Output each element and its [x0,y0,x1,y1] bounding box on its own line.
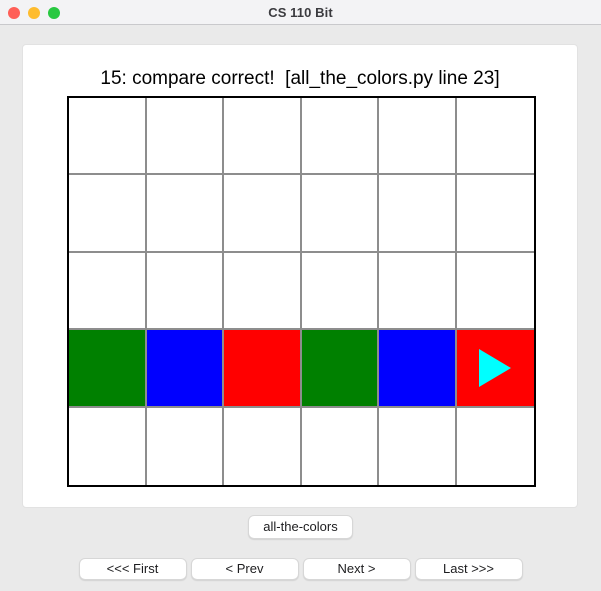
app-window: CS 110 Bit 15: compare correct! [all_the… [0,0,601,591]
grid-cell [379,98,457,176]
grid-cell [69,252,147,331]
grid-cell [146,407,224,485]
tab-all-the-colors[interactable]: all-the-colors [248,515,353,539]
grid-cell [224,98,302,176]
first-button[interactable]: <<< First [78,558,187,580]
grid-cell [146,252,224,331]
title-bar: CS 110 Bit [0,0,601,25]
grid-cell [224,252,302,331]
content-panel: 15: compare correct! [all_the_colors.py … [22,44,578,508]
grid-cell [456,407,534,485]
grid-cell [69,98,147,176]
grid-cell [301,330,379,408]
grid-cell [224,330,302,408]
grid-cell [224,175,302,253]
bit-triangle-icon [479,348,512,387]
grid-cell [69,407,147,485]
bit-world-grid [67,96,536,487]
status-heading: 15: compare correct! [all_the_colors.py … [100,68,500,89]
grid-cell [69,175,147,253]
grid-cell [224,407,302,485]
grid-cell [379,330,457,408]
window-title: CS 110 Bit [268,5,333,20]
program-tab-row: all-the-colors [0,515,601,539]
grid-cells [69,98,534,485]
grid-cell [301,252,379,331]
grid-cell [301,98,379,176]
grid-cell [456,98,534,176]
grid-cell [301,407,379,485]
step-navigation-row: <<< First < Prev Next > Last >>> [0,558,601,580]
grid-cell [301,175,379,253]
grid-cell [146,98,224,176]
prev-button[interactable]: < Prev [190,558,299,580]
grid-cell [379,175,457,253]
grid-cell [69,330,147,408]
grid-cell [456,330,534,408]
next-button[interactable]: Next > [302,558,411,580]
grid-cell [456,175,534,253]
last-button[interactable]: Last >>> [414,558,523,580]
grid-cell [146,175,224,253]
grid-cell [146,330,224,408]
grid-cell [379,252,457,331]
grid-cell [379,407,457,485]
grid-cell [456,252,534,331]
